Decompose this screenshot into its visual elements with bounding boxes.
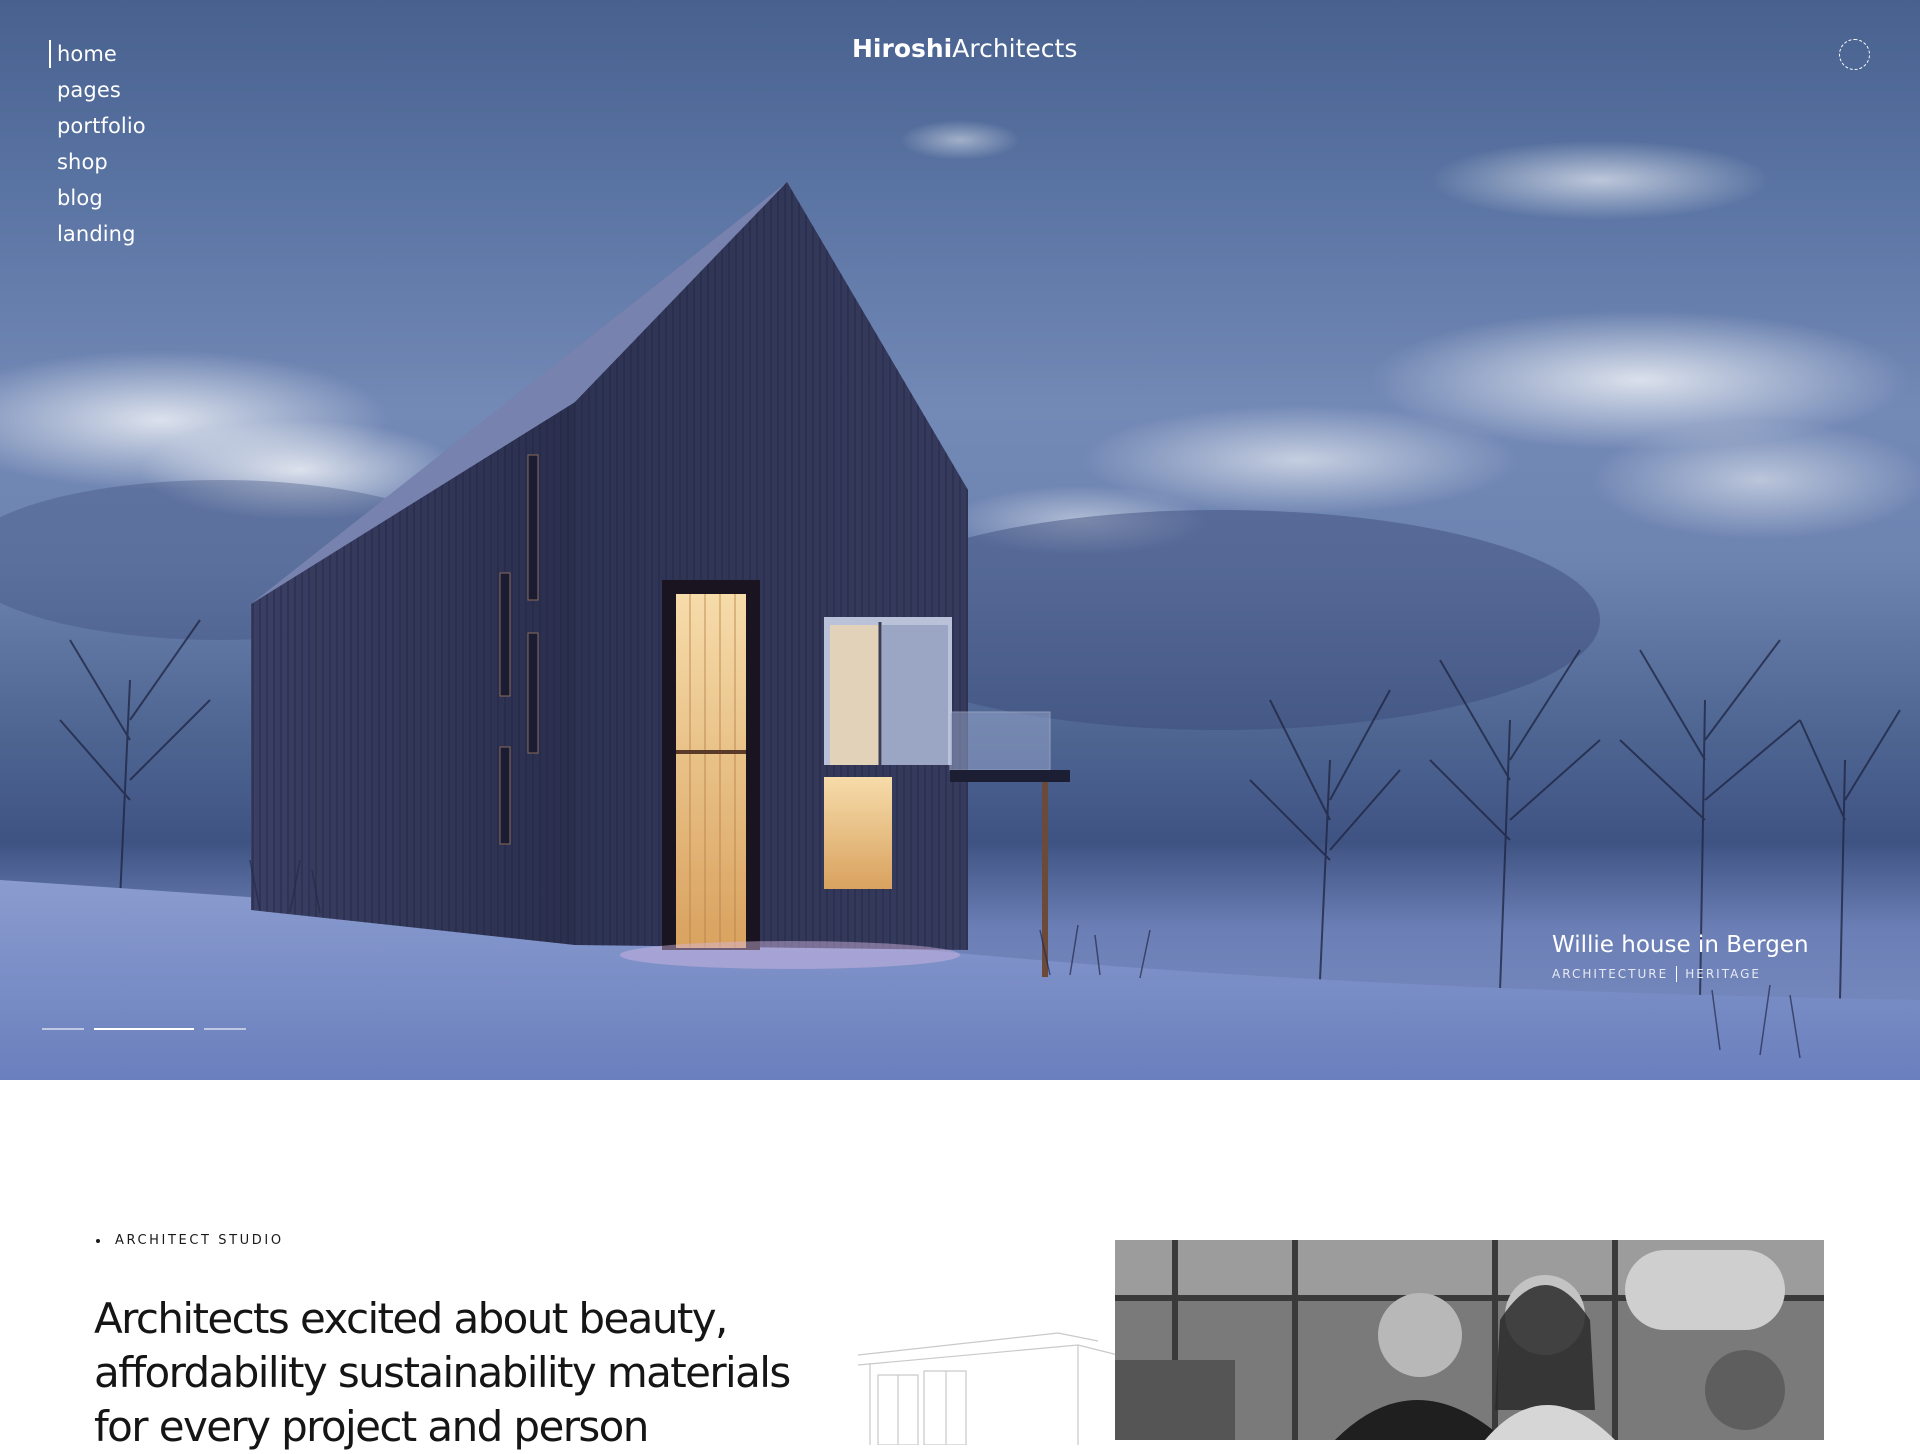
- slider-dot[interactable]: [42, 1028, 84, 1030]
- logo-bold-text: Hiroshi: [852, 34, 953, 63]
- nav-item-home[interactable]: home: [57, 36, 146, 72]
- tag-divider: [1676, 966, 1678, 982]
- hero-image: [0, 120, 1920, 1080]
- nav-item-blog[interactable]: blog: [57, 180, 146, 216]
- main-nav: home pages portfolio shop blog landing: [49, 36, 146, 252]
- team-photo: [1115, 1240, 1824, 1440]
- slider-dot[interactable]: [204, 1028, 246, 1030]
- section-headline: Architects excited about beauty, afforda…: [94, 1294, 791, 1451]
- slide-tags: ARCHITECTURE HERITAGE: [1552, 966, 1809, 982]
- slide-title[interactable]: Willie house in Bergen: [1552, 930, 1809, 960]
- slider-dot-active[interactable]: [94, 1028, 194, 1030]
- section-eyebrow: ARCHITECT STUDIO: [96, 1233, 284, 1248]
- logo-light-text: Architects: [952, 34, 1078, 63]
- slide-tag[interactable]: HERITAGE: [1685, 967, 1761, 981]
- slider-pagination: [42, 1028, 246, 1030]
- dashed-circle-icon[interactable]: [1839, 39, 1870, 70]
- nav-active-indicator: [49, 40, 51, 68]
- nav-item-landing[interactable]: landing: [57, 216, 146, 252]
- nav-item-shop[interactable]: shop: [57, 144, 146, 180]
- bullet-icon: [96, 1238, 100, 1243]
- slide-tag[interactable]: ARCHITECTURE: [1552, 967, 1668, 981]
- nav-item-portfolio[interactable]: portfolio: [57, 108, 146, 144]
- hero-slider: home pages portfolio shop blog landing H…: [0, 0, 1920, 1080]
- nav-item-pages[interactable]: pages: [57, 72, 146, 108]
- site-logo[interactable]: HiroshiArchitects: [852, 34, 1077, 63]
- eyebrow-label: ARCHITECT STUDIO: [115, 1233, 284, 1248]
- house-sketch-illustration: [858, 1332, 1118, 1445]
- slide-caption: Willie house in Bergen ARCHITECTURE HERI…: [1552, 930, 1809, 982]
